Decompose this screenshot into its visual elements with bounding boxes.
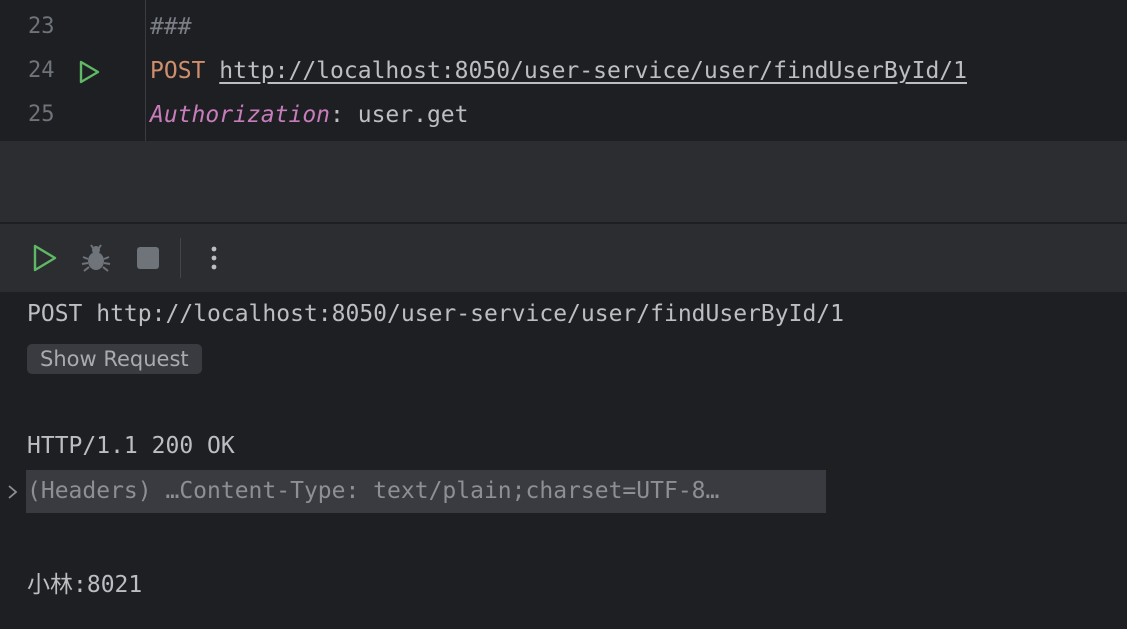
run-toolbar: [0, 224, 1127, 292]
show-request-button[interactable]: Show Request: [27, 344, 202, 374]
status-line: HTTP/1.1 200 OK: [27, 433, 235, 459]
code-line-23[interactable]: 23 ###: [0, 5, 1127, 49]
code-line-25[interactable]: 25 Authorization: user.get: [0, 93, 1127, 137]
line-number: 24: [28, 58, 55, 83]
header-key: Authorization: [150, 102, 331, 128]
request-separator: ###: [150, 14, 192, 40]
code-line-24[interactable]: 24 POST http://localhost:8050/user-servi…: [0, 49, 1127, 93]
headers-collapsed-row[interactable]: (Headers) …Content-Type: text/plain;char…: [26, 470, 826, 513]
http-method: POST: [150, 58, 206, 84]
more-options-icon[interactable]: [198, 242, 230, 274]
toolbar-separator: [180, 238, 181, 278]
chevron-right-icon[interactable]: [6, 484, 20, 500]
headers-summary: (Headers) …Content-Type: text/plain;char…: [27, 478, 720, 504]
editor-empty-area: [0, 141, 1127, 222]
header-separator: :: [330, 102, 358, 128]
run-icon[interactable]: [28, 242, 60, 274]
request-line: POST http://localhost:8050/user-service/…: [27, 301, 844, 327]
response-body: 小林:8021: [27, 572, 143, 598]
debug-icon[interactable]: [80, 242, 112, 274]
line-number: 25: [28, 102, 55, 127]
header-value: user.get: [357, 102, 469, 128]
run-request-icon[interactable]: [76, 59, 102, 85]
http-client-editor[interactable]: 23 ### 24 POST http://localhost:8050/use…: [0, 0, 1127, 141]
request-url-link[interactable]: http://localhost:8050/user-service/user/…: [219, 58, 967, 84]
response-console[interactable]: POST http://localhost:8050/user-service/…: [0, 292, 1127, 629]
run-tool-window: POST http://localhost:8050/user-service/…: [0, 224, 1127, 629]
line-number: 23: [28, 14, 55, 39]
stop-icon[interactable]: [132, 242, 164, 274]
